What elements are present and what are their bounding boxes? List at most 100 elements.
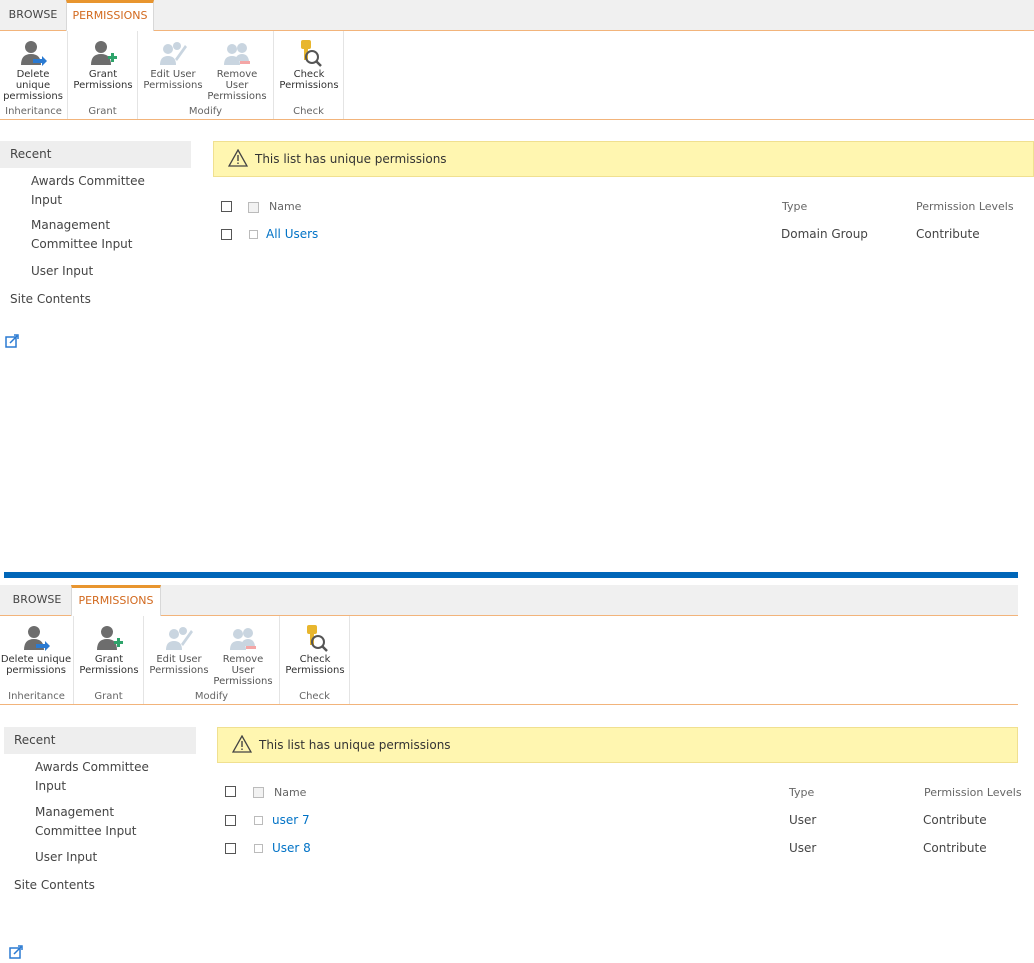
ribbon: Delete unique permissions Inheritance Gr… [0, 616, 1018, 705]
nav-recent-heading[interactable]: Recent [0, 141, 191, 168]
warning-icon [228, 149, 248, 167]
tab-permissions[interactable]: PERMISSIONS [71, 585, 161, 616]
group-label-check: Check [293, 106, 324, 117]
key-search-icon [307, 625, 328, 652]
check-permissions-label: Check Permissions [279, 69, 339, 91]
grant-permissions-label: Grant Permissions [79, 654, 139, 676]
row-item-checkbox[interactable] [249, 230, 258, 239]
permissions-panel-bottom: BROWSE PERMISSIONS Delete unique permiss… [0, 585, 1034, 962]
edit-links-icon [5, 334, 19, 348]
table-row-name[interactable]: User 8 [272, 841, 311, 855]
grant-permissions-label: Grant Permissions [73, 69, 133, 91]
user-edit-icon [166, 627, 193, 650]
header-item-checkbox[interactable] [253, 787, 264, 798]
table-row-name[interactable]: All Users [266, 227, 318, 241]
group-label-modify: Modify [194, 691, 229, 702]
user-remove-icon [230, 628, 256, 650]
user-add-icon [97, 626, 123, 650]
permissions-panel-top: BROWSE PERMISSIONS Delete unique permiss… [0, 0, 1034, 560]
table-row-permission-level: Contribute [923, 841, 987, 855]
delete-unique-permissions-button[interactable]: Delete unique permissions [0, 35, 68, 102]
edit-links-button[interactable] [5, 333, 19, 352]
user-inherit-icon [21, 41, 47, 66]
check-permissions-label: Check Permissions [285, 654, 345, 676]
nav-item-user-input[interactable]: User Input [31, 262, 171, 281]
tab-permissions[interactable]: PERMISSIONS [66, 0, 154, 31]
edit-user-permissions-label: Edit User Permissions [149, 654, 209, 676]
column-header-name[interactable]: Name [274, 786, 306, 799]
grant-permissions-button[interactable]: Grant Permissions [70, 35, 136, 93]
unique-permissions-banner: This list has unique permissions [213, 141, 1034, 177]
ribbon-group-grant: Grant Permissions Grant [68, 31, 138, 119]
key-search-icon [301, 40, 322, 67]
remove-user-permissions-button[interactable]: Remove User Permissions [210, 620, 276, 687]
group-label-check: Check [299, 691, 330, 702]
nav-site-contents[interactable]: Site Contents [10, 292, 91, 306]
nav-item-management-committee-input[interactable]: Management Committee Input [31, 216, 171, 254]
remove-user-permissions-label: Remove User Permissions [213, 654, 273, 687]
edit-links-button[interactable] [9, 944, 23, 963]
nav-item-awards-committee-input[interactable]: Awards Committee Input [35, 758, 175, 796]
group-label-modify: Modify [188, 106, 223, 117]
nav-recent-heading[interactable]: Recent [4, 727, 196, 754]
ribbon-group-grant: Grant Permissions Grant [74, 616, 144, 704]
select-all-checkbox[interactable] [225, 786, 236, 797]
check-permissions-button[interactable]: Check Permissions [276, 35, 342, 93]
select-all-checkbox[interactable] [221, 201, 232, 212]
user-add-icon [91, 41, 117, 65]
delete-unique-permissions-label: Delete unique permissions [0, 654, 72, 676]
ribbon-group-modify: Edit User Permissions Remove User Permis… [138, 31, 274, 119]
group-label-inheritance: Inheritance [5, 106, 62, 117]
table-row-name[interactable]: user 7 [272, 813, 310, 827]
nav-site-contents[interactable]: Site Contents [14, 878, 95, 892]
unique-permissions-banner: This list has unique permissions [217, 727, 1018, 763]
panel-separator [4, 572, 1018, 578]
nav-item-management-committee-input[interactable]: Management Committee Input [35, 803, 175, 841]
group-label-grant: Grant [88, 106, 117, 117]
row-checkbox[interactable] [225, 815, 236, 826]
user-inherit-icon [24, 626, 50, 651]
edit-user-permissions-button[interactable]: Edit User Permissions [140, 35, 206, 93]
delete-unique-permissions-label: Delete unique permissions [3, 69, 63, 102]
ribbon-group-modify: Edit User Permissions Remove User Permis… [144, 616, 280, 704]
check-permissions-button[interactable]: Check Permissions [282, 620, 348, 678]
column-header-type[interactable]: Type [789, 786, 814, 799]
group-label-grant: Grant [94, 691, 123, 702]
ribbon-group-check: Check Permissions Check [274, 31, 344, 119]
table-row-type: User [789, 813, 817, 827]
tab-browse[interactable]: BROWSE [4, 585, 70, 615]
column-header-permission-levels[interactable]: Permission Levels [916, 200, 1014, 213]
edit-user-permissions-button[interactable]: Edit User Permissions [146, 620, 212, 678]
warning-icon [232, 735, 252, 753]
ribbon: Delete unique permissions Inheritance Gr… [0, 31, 1034, 120]
ribbon-group-check: Check Permissions Check [280, 616, 350, 704]
remove-user-permissions-label: Remove User Permissions [207, 69, 267, 102]
remove-user-permissions-button[interactable]: Remove User Permissions [204, 35, 270, 102]
edit-links-icon [9, 945, 23, 959]
column-header-type[interactable]: Type [782, 200, 807, 213]
table-row-type: User [789, 841, 817, 855]
grant-permissions-button[interactable]: Grant Permissions [76, 620, 142, 678]
row-checkbox[interactable] [225, 843, 236, 854]
nav-item-user-input[interactable]: User Input [35, 848, 175, 867]
row-checkbox[interactable] [221, 229, 232, 240]
group-label-inheritance: Inheritance [8, 691, 65, 702]
row-item-checkbox[interactable] [254, 844, 263, 853]
table-row-permission-level: Contribute [923, 813, 987, 827]
nav-item-awards-committee-input[interactable]: Awards Committee Input [31, 172, 171, 210]
table-row-type: Domain Group [781, 227, 868, 241]
ribbon-group-inheritance: Delete unique permissions Inheritance [0, 616, 74, 704]
row-item-checkbox[interactable] [254, 816, 263, 825]
delete-unique-permissions-button[interactable]: Delete unique permissions [0, 620, 72, 678]
edit-user-permissions-label: Edit User Permissions [143, 69, 203, 91]
ribbon-tab-strip: BROWSE PERMISSIONS [0, 0, 1034, 31]
ribbon-tab-strip: BROWSE PERMISSIONS [0, 585, 1018, 616]
banner-text: This list has unique permissions [259, 738, 451, 752]
header-item-checkbox[interactable] [248, 202, 259, 213]
column-header-name[interactable]: Name [269, 200, 301, 213]
table-row-permission-level: Contribute [916, 227, 980, 241]
column-header-permission-levels[interactable]: Permission Levels [924, 786, 1022, 799]
ribbon-group-inheritance: Delete unique permissions Inheritance [0, 31, 68, 119]
tab-browse[interactable]: BROWSE [0, 0, 66, 30]
user-remove-icon [224, 43, 250, 65]
